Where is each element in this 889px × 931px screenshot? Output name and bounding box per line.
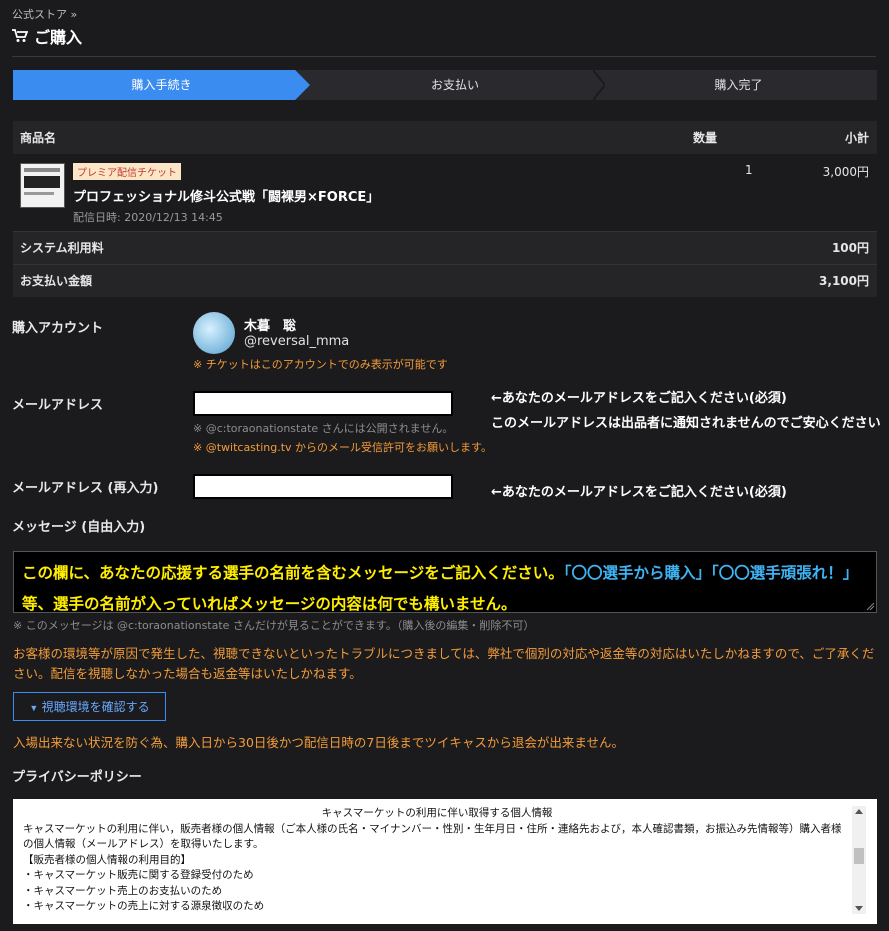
total-value: 3,100円 [819, 274, 869, 288]
privacy-line: キャスマーケットの利用に伴い，販売者様の個人情報（ご本人様の氏名・マイナンバー・… [23, 822, 842, 851]
step-payment: お支払い [430, 78, 479, 92]
system-fee-row: システム利用料 100円 [13, 232, 877, 265]
title-divider [12, 56, 876, 57]
email-privacy-note: ※ @c:toraonationstate さんには公開されません。 [193, 422, 454, 435]
ticket-badge: プレミア配信チケット [73, 163, 181, 180]
account-name: 木暮 聡 [244, 319, 297, 334]
email-label: メールアドレス [12, 398, 104, 413]
check-environment-button[interactable]: ▼ 視聴環境を確認する [13, 692, 166, 721]
progress-steps: 購入手続き お支払い 購入完了 [13, 70, 877, 100]
privacy-line: 【販売者様の個人情報の利用目的】 [23, 853, 191, 866]
email-confirm-side-note: ←あなたのメールアドレスをご記入ください(必須) [491, 485, 787, 500]
privacy-line: ・キャスマーケットの売上に対する源泉徴収のため [23, 900, 265, 912]
account-note: ※ チケットはこのアカウントでのみ表示が可能です [193, 358, 448, 371]
refund-warning: お客様の環境等が原因で発生した、視聴できないといったトラブルにつきましては、弊社… [13, 646, 875, 681]
message-label: メッセージ (自由入力) [12, 520, 146, 535]
email-side-note-safe: このメールアドレスは出品者に通知されませんのでご安心ください [491, 416, 881, 431]
check-environment-label: 視聴環境を確認する [41, 700, 150, 714]
privacy-policy-box[interactable]: キャスマーケットの利用に伴い取得する個人情報 キャスマーケットの利用に伴い，販売… [13, 799, 877, 924]
product-name[interactable]: プロフェッショナル修斗公式戦「闘裸男×FORCE」 [73, 186, 379, 205]
email-input[interactable] [193, 391, 453, 416]
product-thumbnail[interactable] [20, 163, 65, 208]
page-title: ご購入 [12, 24, 82, 48]
product-qty: 1 [745, 163, 753, 177]
avatar [193, 312, 235, 354]
total-row: お支払い金額 3,100円 [13, 265, 877, 297]
privacy-label: プライバシーポリシー [12, 770, 142, 785]
email-confirm-input[interactable] [193, 474, 453, 499]
scroll-up-icon[interactable] [855, 809, 863, 814]
header-subtotal: 小計 [844, 131, 869, 145]
page-title-text: ご購入 [34, 28, 83, 47]
message-textarea[interactable]: この欄に、あなたの応援する選手の名前を含むメッセージをご記入ください。「〇〇選手… [13, 551, 877, 613]
product-date: 配信日時: 2020/12/13 14:45 [73, 211, 223, 224]
account-handle: @reversal_mma [244, 334, 350, 349]
privacy-line: ・キャスマーケット販売に関する登録受付のため [23, 869, 254, 881]
total-label: お支払い金額 [20, 274, 93, 288]
step-complete: 購入完了 [714, 78, 763, 92]
header-product: 商品名 [20, 131, 57, 145]
header-qty: 数量 [693, 131, 718, 145]
fee-value: 100円 [831, 241, 869, 255]
resize-handle-icon[interactable] [866, 602, 875, 611]
breadcrumb[interactable]: 公式ストア » [12, 6, 77, 22]
step-purchase: 購入手続き [13, 70, 310, 100]
table-header: 商品名 数量 小計 [13, 121, 877, 154]
table-row: プレミア配信チケット プロフェッショナル修斗公式戦「闘裸男×FORCE」 配信日… [13, 155, 877, 232]
scroll-thumb[interactable] [854, 848, 864, 864]
withdraw-note: 入場出来ない状況を防ぐ為、購入日から30日後かつ配信日時の7日後までツイキャスか… [13, 735, 624, 750]
message-note: ※ このメッセージは @c:toraonationstate さんだけが見ること… [13, 619, 535, 632]
cart-icon [12, 29, 28, 42]
email-confirm-label: メールアドレス (再入力) [12, 481, 159, 496]
account-label: 購入アカウント [12, 321, 104, 336]
scroll-down-icon[interactable] [855, 906, 863, 911]
privacy-heading: キャスマーケットの利用に伴い取得する個人情報 [321, 807, 553, 819]
email-side-note-required: ←あなたのメールアドレスをご記入ください(必須) [491, 391, 787, 406]
message-text: この欄に、あなたの応援する選手の名前を含むメッセージをご記入ください。「〇〇選手… [22, 564, 859, 613]
product-price: 3,000円 [822, 165, 869, 179]
privacy-line: ・キャスマーケット売上のお支払いのため [23, 884, 223, 897]
email-permission-note: ※ @twitcasting.tv からのメール受信許可をお願いします。 [193, 441, 492, 454]
caret-down-icon: ▼ [29, 703, 39, 713]
privacy-scrollbar[interactable] [852, 806, 866, 914]
fee-label: システム利用料 [20, 241, 104, 255]
